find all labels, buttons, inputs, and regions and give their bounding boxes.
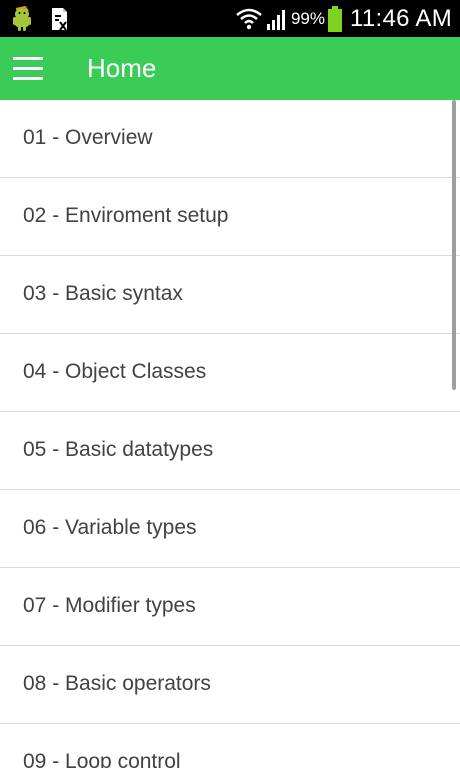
list-item[interactable]: 07 - Modifier types	[0, 568, 460, 646]
list-item[interactable]: 01 - Overview	[0, 100, 460, 178]
list-item-label: 01 - Overview	[23, 126, 153, 149]
document-x-icon	[52, 8, 67, 31]
list-item[interactable]: 09 - Loop control	[0, 724, 460, 768]
android-icon	[13, 5, 31, 31]
list-item[interactable]: 04 - Object Classes	[0, 334, 460, 412]
list-item[interactable]: 02 - Enviroment setup	[0, 178, 460, 256]
list-item-label: 02 - Enviroment setup	[23, 204, 229, 227]
list-item[interactable]: 06 - Variable types	[0, 490, 460, 568]
battery-icon	[327, 5, 342, 32]
status-right: 99% 11:46 AM	[235, 0, 452, 37]
hamburger-menu-icon[interactable]	[13, 57, 43, 80]
battery-percent: 99%	[290, 8, 325, 28]
page-title: Home	[87, 53, 157, 83]
list-item[interactable]: 05 - Basic datatypes	[0, 412, 460, 490]
notification-icons	[10, 5, 80, 33]
clock: 11:46 AM	[349, 4, 452, 32]
list-item-label: 03 - Basic syntax	[23, 282, 183, 305]
list-item-label: 06 - Variable types	[23, 516, 197, 539]
list-item[interactable]: 03 - Basic syntax	[0, 256, 460, 334]
menu-line-3	[13, 77, 43, 80]
list-item[interactable]: 08 - Basic operators	[0, 646, 460, 724]
status-bar: 99% 11:46 AM	[0, 0, 460, 37]
signal-icon	[266, 9, 285, 30]
scrollbar[interactable]	[452, 100, 456, 390]
list-item-label: 08 - Basic operators	[23, 672, 211, 695]
app-bar: Home	[0, 37, 460, 100]
menu-line-2	[13, 67, 43, 70]
list-item-label: 04 - Object Classes	[23, 360, 207, 383]
topic-list[interactable]: 01 - Overview 02 - Enviroment setup 03 -…	[0, 100, 460, 768]
status-left-icons-svg	[13, 5, 67, 31]
list-item-label: 07 - Modifier types	[23, 594, 196, 617]
list-item-label: 05 - Basic datatypes	[23, 438, 214, 461]
menu-line-1	[13, 57, 43, 60]
wifi-icon	[236, 8, 262, 29]
list-item-label: 09 - Loop control	[23, 750, 181, 768]
